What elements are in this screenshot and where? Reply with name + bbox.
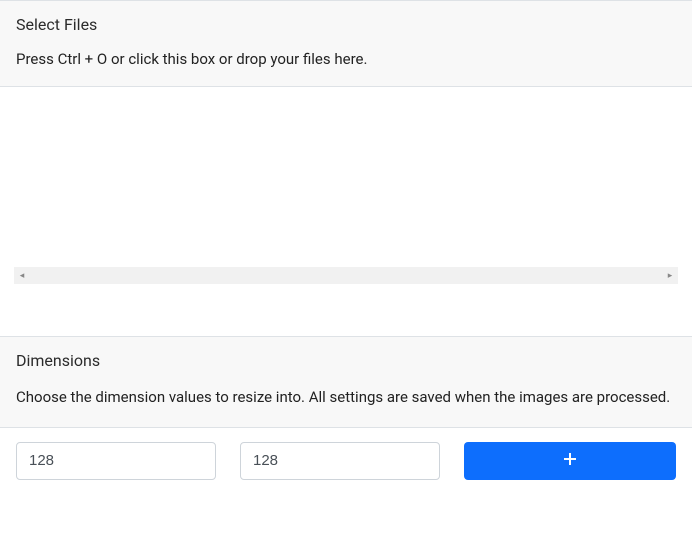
height-input[interactable]	[240, 442, 440, 480]
spacer	[0, 290, 692, 336]
select-files-description: Press Ctrl + O or click this box or drop…	[16, 50, 676, 68]
scroll-left-arrow-icon[interactable]: ◂	[14, 267, 30, 284]
add-dimension-button[interactable]	[464, 442, 676, 480]
plus-icon	[563, 452, 577, 469]
width-input[interactable]	[16, 442, 216, 480]
dimensions-description: Choose the dimension values to resize in…	[16, 386, 676, 409]
dimensions-controls	[0, 428, 692, 488]
scrollbar-track[interactable]	[30, 267, 662, 284]
files-preview-area	[0, 87, 692, 267]
select-files-title: Select Files	[16, 15, 676, 34]
dimensions-section: Dimensions Choose the dimension values t…	[0, 336, 692, 428]
horizontal-scrollbar[interactable]: ◂ ▸	[14, 267, 678, 284]
scroll-right-arrow-icon[interactable]: ▸	[662, 267, 678, 284]
dimensions-title: Dimensions	[16, 351, 676, 370]
select-files-dropzone[interactable]: Select Files Press Ctrl + O or click thi…	[0, 0, 692, 87]
